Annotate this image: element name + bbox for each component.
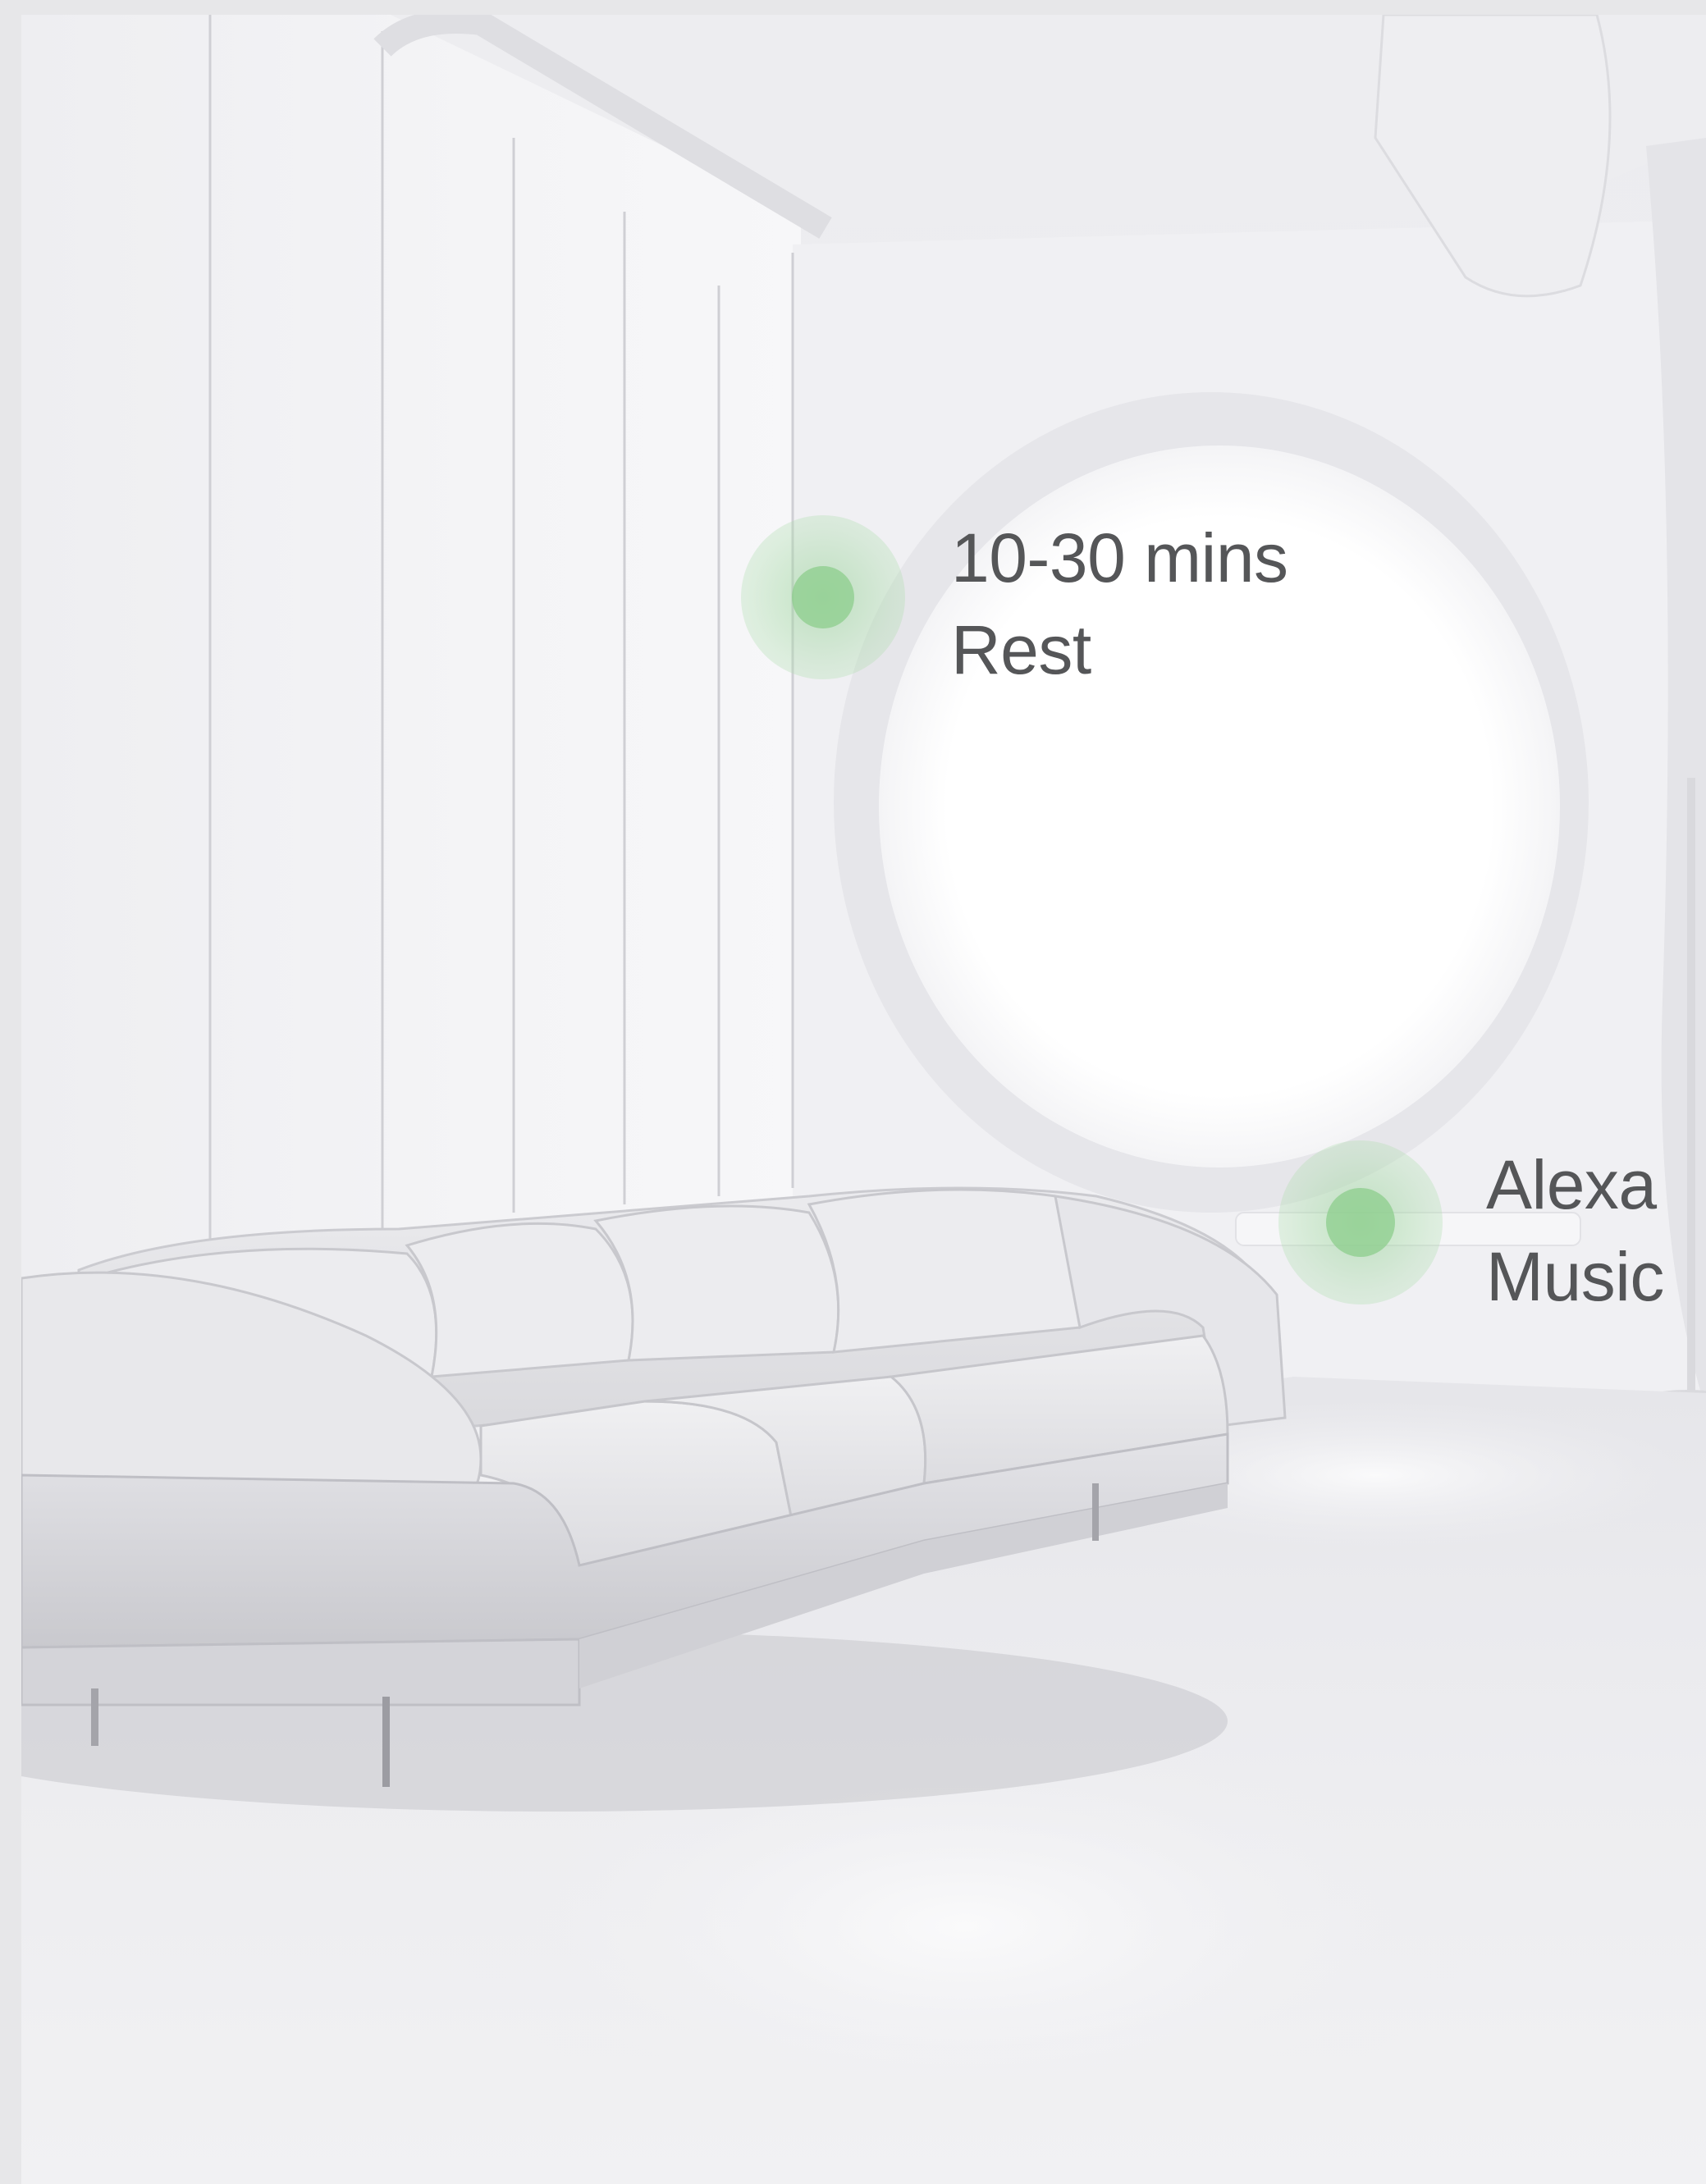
rest-hotspot-dot <box>792 566 854 628</box>
alexa-music-hotspot-marker[interactable] <box>1278 1140 1443 1304</box>
rest-hotspot-duration: 10-30 mins <box>951 519 1288 596</box>
alexa-music-hotspot-dot <box>1326 1188 1395 1257</box>
living-room-image <box>21 15 1706 2184</box>
alexa-music-hotspot-label: Alexa Music <box>1486 1139 1664 1323</box>
rest-hotspot-marker[interactable] <box>741 515 905 679</box>
rest-hotspot-label: 10-30 mins Rest <box>951 512 1288 696</box>
scene-frame: 10-30 mins Rest Alexa Music <box>21 15 1706 2184</box>
alexa-music-hotspot-line1: Alexa <box>1486 1146 1657 1223</box>
rest-hotspot-title: Rest <box>951 611 1091 688</box>
alexa-music-hotspot-line2: Music <box>1486 1238 1664 1315</box>
